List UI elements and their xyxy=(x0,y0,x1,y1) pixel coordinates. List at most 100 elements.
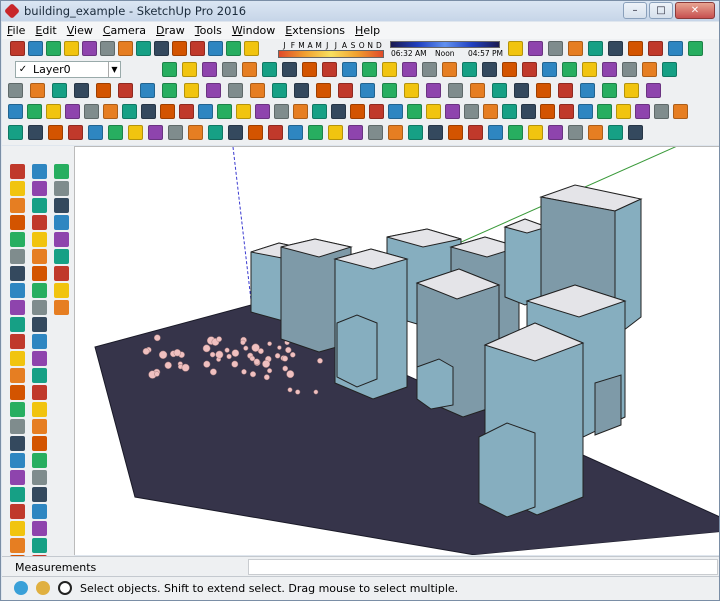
view-back-icon[interactable] xyxy=(602,62,617,77)
tree[interactable] xyxy=(295,389,301,395)
undo-icon[interactable] xyxy=(136,41,151,56)
follow-me-icon[interactable] xyxy=(184,83,199,98)
minimize-button[interactable]: – xyxy=(623,2,647,19)
select-icon[interactable] xyxy=(488,125,503,140)
push-pull-icon[interactable] xyxy=(162,83,177,98)
rotate-icon[interactable] xyxy=(168,125,183,140)
zoom-icon[interactable] xyxy=(502,62,517,77)
paint-bucket-icon[interactable] xyxy=(54,300,69,315)
tree[interactable] xyxy=(226,353,232,360)
dimension-icon[interactable] xyxy=(250,83,265,98)
tree[interactable] xyxy=(249,355,256,362)
scale-icon[interactable] xyxy=(308,125,323,140)
view-right-icon[interactable] xyxy=(402,62,417,77)
credits-icon[interactable] xyxy=(36,581,50,595)
tree[interactable] xyxy=(281,355,289,362)
group-icon[interactable] xyxy=(559,104,574,119)
section-plane-icon[interactable] xyxy=(635,104,650,119)
push-pull-tool-icon[interactable] xyxy=(10,368,25,383)
rotate-icon[interactable] xyxy=(528,125,543,140)
pan-tool-icon[interactable] xyxy=(10,470,25,485)
select-icon[interactable] xyxy=(128,125,143,140)
look-around-icon[interactable] xyxy=(616,104,631,119)
dimension-icon[interactable] xyxy=(514,83,529,98)
section-plane-icon[interactable] xyxy=(293,104,308,119)
move-tool-icon[interactable] xyxy=(32,215,47,230)
protractor-tool-icon[interactable] xyxy=(32,249,47,264)
offset-icon[interactable] xyxy=(602,83,617,98)
protractor-icon[interactable] xyxy=(228,125,243,140)
component-icon[interactable] xyxy=(84,104,99,119)
view-iso-icon[interactable] xyxy=(342,62,357,77)
3d-text-tool-icon[interactable] xyxy=(32,266,47,281)
line-tool-icon[interactable] xyxy=(32,521,47,536)
view-top-icon[interactable] xyxy=(182,62,197,77)
layer-visible-check[interactable]: ✓ xyxy=(16,64,30,75)
tape-measure-tool-icon[interactable] xyxy=(32,402,47,417)
menu-tools[interactable]: Tools xyxy=(190,24,227,37)
zoom-tool-icon[interactable] xyxy=(32,283,47,298)
sandbox-icon[interactable] xyxy=(624,83,639,98)
solid-tool-icon[interactable] xyxy=(272,83,287,98)
solid-tool-icon[interactable] xyxy=(404,83,419,98)
texture-icon[interactable] xyxy=(608,41,623,56)
wireframe-icon[interactable] xyxy=(668,41,683,56)
protractor-tool-icon[interactable] xyxy=(32,419,47,434)
select-icon[interactable] xyxy=(8,125,23,140)
walk-icon[interactable] xyxy=(483,104,498,119)
offset-tool-icon[interactable] xyxy=(10,402,25,417)
rectangle-tool-icon[interactable] xyxy=(10,198,25,213)
component-tool-icon[interactable] xyxy=(32,300,47,315)
offset-icon[interactable] xyxy=(338,83,353,98)
building-front[interactable] xyxy=(478,322,585,518)
axes-tool-icon[interactable] xyxy=(32,436,47,451)
menu-extensions[interactable]: Extensions xyxy=(280,24,350,37)
text-tool-icon[interactable] xyxy=(10,436,25,451)
scale-tool-icon[interactable] xyxy=(10,232,25,247)
tree[interactable] xyxy=(224,347,230,353)
walk-icon[interactable] xyxy=(255,104,270,119)
eraser-icon[interactable] xyxy=(10,181,25,196)
section-plane-icon[interactable] xyxy=(521,104,536,119)
tree[interactable] xyxy=(277,345,282,350)
protractor-icon[interactable] xyxy=(588,125,603,140)
tree[interactable] xyxy=(209,351,216,358)
walk-icon[interactable] xyxy=(369,104,384,119)
component-icon[interactable] xyxy=(312,104,327,119)
tree[interactable] xyxy=(267,368,273,374)
solid-tool-icon[interactable] xyxy=(536,83,551,98)
solid-tool-icon[interactable] xyxy=(140,83,155,98)
look-around-icon[interactable] xyxy=(388,104,403,119)
view-front-icon[interactable] xyxy=(562,62,577,77)
tape-measure-icon[interactable] xyxy=(568,125,583,140)
pan-icon[interactable] xyxy=(662,62,677,77)
measurements-input[interactable] xyxy=(248,559,718,575)
open-icon[interactable] xyxy=(208,41,223,56)
select-icon[interactable] xyxy=(608,125,623,140)
xray-icon[interactable] xyxy=(528,41,543,56)
pan-icon[interactable] xyxy=(302,62,317,77)
scale-icon[interactable] xyxy=(188,125,203,140)
orbit-icon[interactable] xyxy=(462,62,477,77)
tree[interactable] xyxy=(290,352,296,358)
sandbox-icon[interactable] xyxy=(360,83,375,98)
tree[interactable] xyxy=(240,339,246,346)
select-icon[interactable] xyxy=(248,125,263,140)
scale-icon[interactable] xyxy=(548,125,563,140)
tree[interactable] xyxy=(249,371,257,378)
group-icon[interactable] xyxy=(331,104,346,119)
section-plane-icon[interactable] xyxy=(407,104,422,119)
select-icon[interactable] xyxy=(368,125,383,140)
scale-icon[interactable] xyxy=(428,125,443,140)
group-icon[interactable] xyxy=(103,104,118,119)
tree[interactable] xyxy=(215,350,224,359)
group-icon[interactable] xyxy=(673,104,688,119)
sandbox-icon[interactable] xyxy=(228,83,243,98)
hidden-line-icon[interactable] xyxy=(568,41,583,56)
follow-me-icon[interactable] xyxy=(448,83,463,98)
sandbox-icon[interactable] xyxy=(492,83,507,98)
cut-icon[interactable] xyxy=(64,41,79,56)
paste-icon[interactable] xyxy=(100,41,115,56)
select-tool-icon[interactable] xyxy=(32,487,47,502)
camera-icon[interactable] xyxy=(350,104,365,119)
